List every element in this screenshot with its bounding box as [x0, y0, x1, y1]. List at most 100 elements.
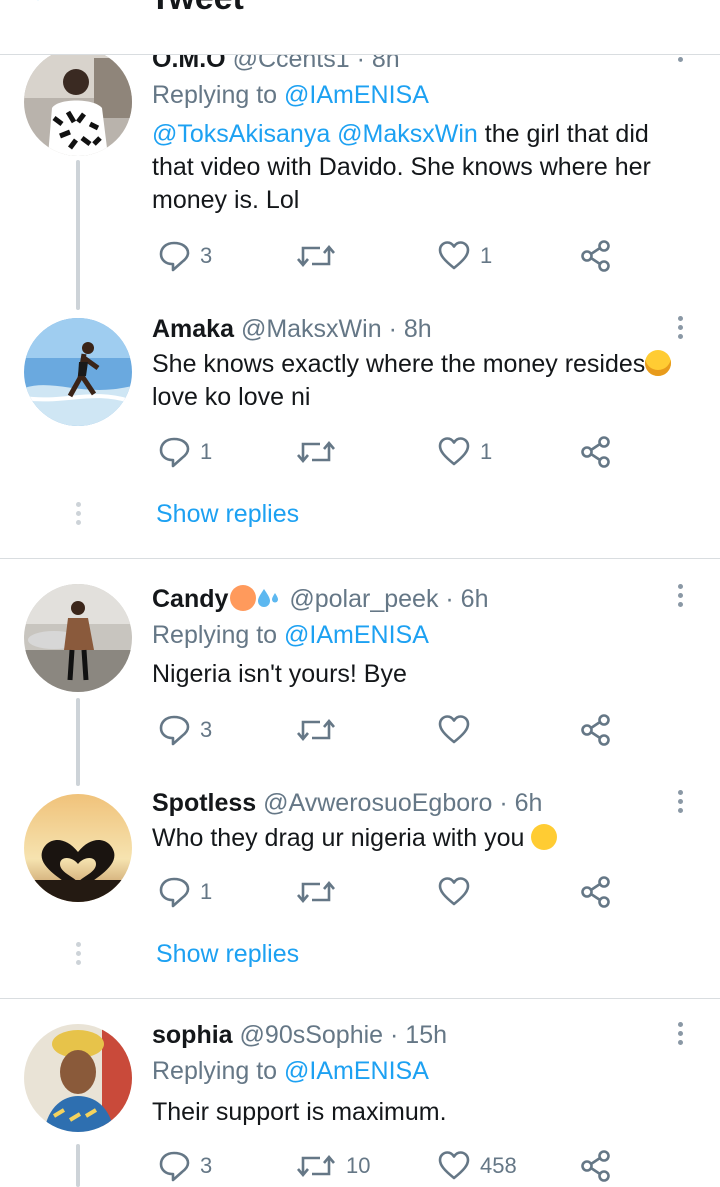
retweet-button[interactable] [296, 872, 336, 912]
more-vertical-icon[interactable] [674, 316, 686, 342]
like-button[interactable] [438, 710, 480, 750]
reply-count: 1 [200, 439, 213, 464]
reply-count: 1 [200, 879, 213, 904]
heart-icon [438, 877, 470, 906]
timestamp: · 6h [499, 789, 543, 817]
thread-continuation-dots [76, 502, 81, 529]
divider [0, 998, 720, 999]
share-button[interactable] [580, 432, 612, 472]
share-button[interactable] [580, 236, 612, 276]
replying-mention[interactable]: @IAmENISA [284, 621, 429, 649]
tweet-text: @ToksAkisanya @MaksxWin the girl that di… [152, 118, 692, 217]
replying-to: Replying to @IAmENISA [152, 620, 429, 650]
share-icon [581, 1150, 610, 1182]
heart-icon [438, 437, 470, 466]
replying-mention[interactable]: @IAmENISA [284, 1057, 429, 1085]
mention-link[interactable]: @ToksAkisanya @MaksxWin [152, 120, 478, 148]
more-vertical-icon[interactable] [674, 1022, 686, 1048]
avatar[interactable] [24, 1024, 132, 1132]
like-count: 1 [480, 243, 493, 268]
top-bar: Tweet [0, 0, 720, 55]
tweet-header: sophia @90sSophie · 15h [152, 1020, 447, 1050]
retweet-icon [296, 719, 336, 741]
retweet-button[interactable] [296, 432, 336, 472]
avatar[interactable] [24, 794, 132, 902]
retweet-button[interactable]: 10 [296, 1146, 370, 1186]
replying-mention[interactable]: @IAmENISA [284, 81, 429, 109]
tweet-text-content: Their support is maximum. [152, 1098, 447, 1126]
tweet-text: Nigeria isn't yours! Bye [152, 658, 692, 691]
display-name[interactable]: Amaka [152, 315, 234, 343]
tweet-text-content: Who they drag ur nigeria with you [152, 824, 525, 852]
tears-of-joy-emoji [645, 350, 672, 376]
tweet-header: Spotless @AvwerosuoEgboro · 6h [152, 788, 542, 818]
like-button[interactable]: 1 [438, 432, 492, 472]
display-name[interactable]: sophia [152, 1021, 233, 1049]
action-bar: 1 [152, 872, 632, 912]
replying-label: Replying to [152, 81, 278, 109]
action-bar: 3 1 [152, 236, 632, 276]
reply-icon [159, 241, 190, 272]
like-button[interactable] [438, 872, 480, 912]
reply-count: 3 [200, 1153, 213, 1178]
avatar[interactable] [24, 584, 132, 692]
user-handle[interactable]: @MaksxWin [241, 315, 382, 343]
like-button[interactable]: 458 [438, 1146, 517, 1186]
replying-to: Replying to @IAmENISA [152, 80, 429, 110]
tweet-text: Who they drag ur nigeria with you [152, 822, 692, 855]
tweet-text: She knows exactly where the money reside… [152, 348, 692, 414]
smirking-face-emoji [531, 824, 558, 850]
heart-icon [438, 715, 470, 744]
reply-button[interactable]: 3 [158, 236, 212, 276]
reply-button[interactable]: 1 [158, 432, 212, 472]
retweet-icon [296, 245, 336, 267]
like-count: 1 [480, 439, 493, 464]
page-title: Tweet [150, 0, 244, 18]
thread-line [76, 1144, 80, 1187]
peach-emoji [230, 585, 257, 611]
reply-icon [159, 877, 190, 908]
action-bar: 3 [152, 710, 632, 750]
thread-line [76, 160, 80, 310]
like-count: 458 [480, 1153, 517, 1178]
reply-button[interactable]: 1 [158, 872, 212, 912]
avatar[interactable] [24, 48, 132, 156]
reply-button[interactable]: 3 [158, 710, 212, 750]
more-vertical-icon[interactable] [674, 790, 686, 816]
tweet-header: Candy @polar_peek · 6h [152, 584, 489, 614]
back-arrow-icon[interactable] [34, 0, 78, 18]
sweat-droplets-emoji [256, 585, 282, 611]
retweet-button[interactable] [296, 236, 336, 276]
tweet-text-content: She knows exactly where the money reside… [152, 350, 646, 378]
show-replies-link[interactable]: Show replies [156, 940, 299, 969]
share-button[interactable] [580, 710, 612, 750]
tweet-text-content: Nigeria isn't yours! Bye [152, 660, 407, 688]
avatar[interactable] [24, 318, 132, 426]
user-handle[interactable]: @90sSophie [240, 1021, 384, 1049]
reply-count: 3 [200, 243, 213, 268]
heart-icon [438, 1151, 470, 1180]
action-bar: 3 10 458 [152, 1146, 632, 1186]
divider [0, 558, 720, 559]
display-name[interactable]: Candy [152, 585, 228, 613]
user-handle[interactable]: @AvwerosuoEgboro [263, 789, 492, 817]
thread-line [76, 698, 80, 786]
tweet-text-line2: love ko love ni [152, 383, 311, 411]
retweet-icon [296, 441, 336, 463]
share-button[interactable] [580, 1146, 612, 1186]
more-vertical-icon[interactable] [674, 584, 686, 610]
show-replies-link[interactable]: Show replies [156, 500, 299, 529]
reply-count: 3 [200, 717, 213, 742]
replying-label: Replying to [152, 1057, 278, 1085]
reply-button[interactable]: 3 [158, 1146, 212, 1186]
timestamp: · 8h [388, 315, 432, 343]
like-button[interactable]: 1 [438, 236, 492, 276]
retweet-button[interactable] [296, 710, 336, 750]
timestamp: · 15h [390, 1021, 447, 1049]
timestamp: · 6h [445, 585, 489, 613]
display-name[interactable]: Spotless [152, 789, 256, 817]
action-bar: 1 1 [152, 432, 632, 472]
share-button[interactable] [580, 872, 612, 912]
user-handle[interactable]: @polar_peek [289, 585, 438, 613]
replying-to: Replying to @IAmENISA [152, 1056, 429, 1086]
